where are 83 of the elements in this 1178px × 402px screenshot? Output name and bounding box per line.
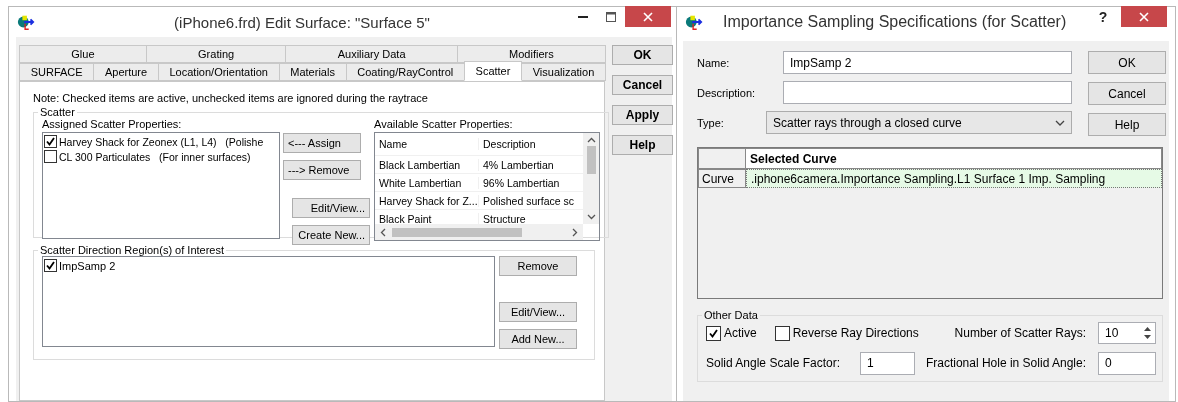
tab[interactable]: Glue <box>19 45 147 63</box>
edit-view-button[interactable]: Edit/View... <box>292 198 370 218</box>
dialog-button[interactable]: Apply <box>612 105 673 125</box>
table-cell: Black Lambertian <box>375 158 479 171</box>
table-cell-text: Structure <box>482 212 527 224</box>
table-cell: White Lambertian <box>375 176 479 189</box>
checkbox[interactable] <box>706 325 721 341</box>
column-header[interactable]: Name <box>375 138 479 150</box>
checkbox[interactable] <box>44 150 57 163</box>
scatter-rays-spinner[interactable]: 10 <box>1098 322 1156 344</box>
group-title: Other Data <box>703 309 759 321</box>
window-title: Importance Sampling Specifications (for Scatter) <box>723 13 1068 31</box>
list-item[interactable]: ImpSamp 2 <box>44 258 493 273</box>
create-new-button[interactable]: Create New... <box>292 225 370 245</box>
list-item[interactable]: CL 300 Particulates (For inner surfaces) <box>44 149 278 164</box>
dialog-button[interactable]: Cancel <box>612 75 673 95</box>
scroll-thumb[interactable] <box>392 227 522 237</box>
checkbox[interactable] <box>44 259 57 272</box>
tab[interactable]: Grating <box>145 45 287 63</box>
list-item[interactable]: Harvey Shack for Zeonex (L1, L4) (Polishe <box>44 134 278 149</box>
field-label: Type: <box>697 116 725 129</box>
name-field[interactable]: ImpSamp 2 <box>783 51 1072 74</box>
field-label: Description: <box>697 86 757 99</box>
scroll-left-icon <box>380 227 386 237</box>
dialog-button[interactable]: Help <box>1088 113 1166 136</box>
maximize-icon <box>606 11 616 22</box>
dialog-button[interactable]: OK <box>1088 51 1166 74</box>
help-button[interactable]: ? <box>1089 6 1117 27</box>
scroll-up-icon <box>586 137 596 143</box>
scroll-down-icon <box>586 214 596 220</box>
dialog-button[interactable]: OK <box>612 45 673 65</box>
row-header: Curve <box>698 169 746 188</box>
table-cell-text: Polished surface sc <box>482 194 576 207</box>
field-label: Fractional Hole in Solid Angle: <box>925 356 1086 370</box>
assign-button[interactable]: <--- Assign <box>283 133 361 153</box>
dialog-button[interactable]: Help <box>612 135 673 155</box>
type-dropdown[interactable]: Scatter rays through a closed curve <box>766 111 1072 134</box>
group-title: Scatter <box>39 106 76 118</box>
checkbox[interactable] <box>774 325 790 341</box>
column-header: Selected Curve <box>746 148 1162 169</box>
column-header[interactable]: Description <box>479 138 583 150</box>
field-label: Solid Angle Scale Factor: <box>706 356 842 370</box>
field-label: Number of Scatter Rays: <box>954 326 1086 340</box>
tab[interactable]: Aperture <box>93 63 159 81</box>
scale-factor-field[interactable]: 1 <box>860 351 915 375</box>
close-icon <box>643 11 653 22</box>
table-cell-text: 4% Lambertian <box>482 158 555 171</box>
horizontal-scrollbar[interactable] <box>375 224 583 240</box>
app-icon <box>17 13 35 31</box>
tab[interactable]: Scatter <box>463 61 523 81</box>
scroll-right-icon <box>572 227 578 237</box>
hole-field[interactable]: 0 <box>1098 351 1156 375</box>
vertical-scrollbar[interactable] <box>583 133 599 224</box>
tab[interactable]: Location/Orientation <box>157 63 280 81</box>
remove-button[interactable]: Remove <box>499 256 577 276</box>
app-icon <box>685 13 703 31</box>
tab[interactable]: SURFACE <box>19 63 95 81</box>
add-new-button[interactable]: Add New... <box>499 329 577 349</box>
window-title: (iPhone6.frd) Edit Surface: "Surface 5" <box>173 13 431 31</box>
dialog-button[interactable]: Cancel <box>1088 82 1166 105</box>
field-label: Name: <box>697 56 731 69</box>
group-title: Scatter Direction Region(s) of Interest <box>39 244 226 256</box>
description-field[interactable] <box>783 81 1072 104</box>
tab[interactable]: Visualization <box>521 63 606 81</box>
tab[interactable]: Auxiliary Data <box>285 45 458 63</box>
note-text: Note: Checked items are active, unchecked items are ignored during the raytrace <box>33 92 429 104</box>
table-cell-text: 96% Lambertian <box>482 176 561 189</box>
checkbox-label[interactable]: Active <box>724 326 757 340</box>
edit-view-button[interactable]: Edit/View... <box>499 302 577 322</box>
available-label: Available Scatter Properties: <box>374 118 514 130</box>
remove-button[interactable]: ---> Remove <box>283 160 361 180</box>
tab[interactable]: Modifiers <box>456 45 606 63</box>
close-button[interactable] <box>1121 6 1167 27</box>
spin-arrows-icon <box>1143 326 1152 340</box>
checkbox-label[interactable]: Reverse Ray Directions <box>792 326 919 340</box>
scroll-thumb[interactable] <box>586 146 596 174</box>
table-cell[interactable]: .iphone6camera.Importance Sampling.L1 Surface 1 Imp. Sampling <box>746 169 1162 188</box>
close-icon <box>1139 11 1149 22</box>
checkbox[interactable] <box>44 135 57 148</box>
tab[interactable]: Materials <box>278 63 347 81</box>
assigned-label: Assigned Scatter Properties: <box>42 118 183 130</box>
tab[interactable]: Coating/RayControl <box>345 63 465 81</box>
table-cell: Harvey Shack for Z... <box>375 194 479 207</box>
